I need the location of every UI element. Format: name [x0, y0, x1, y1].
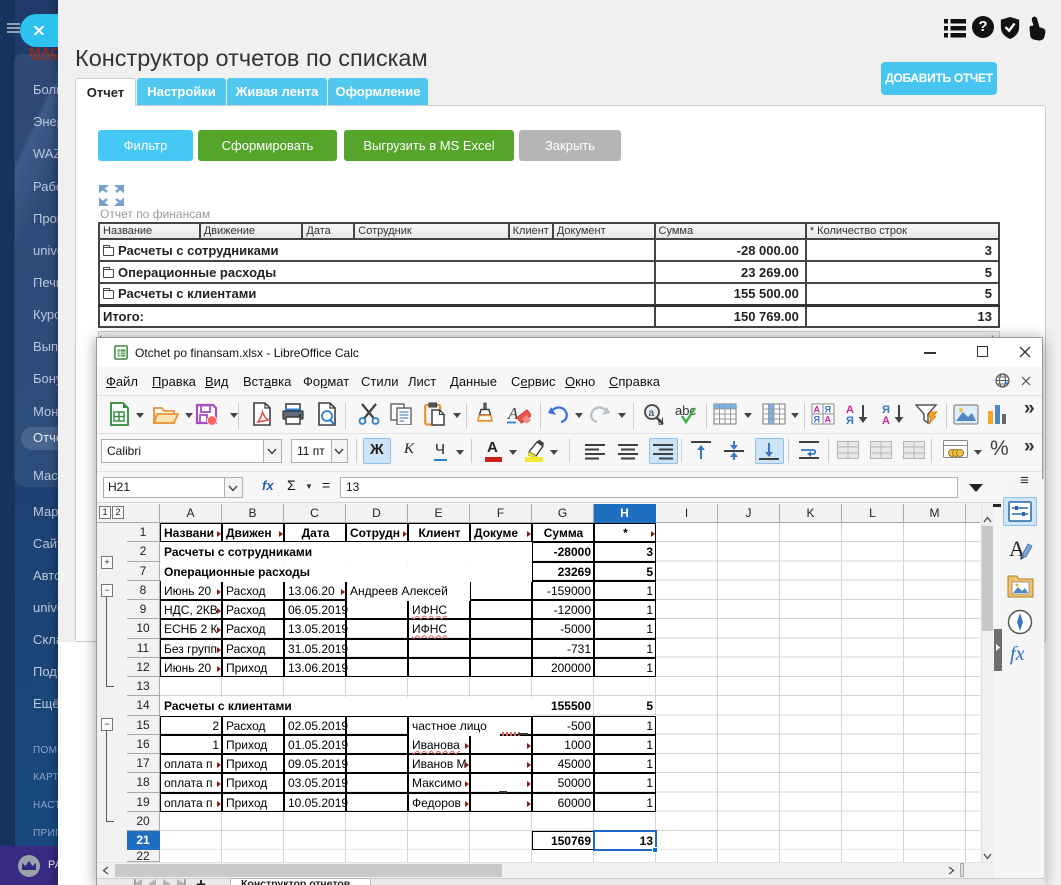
svg-text:d: d: [658, 417, 664, 425]
svg-text:Я: Я: [846, 415, 854, 425]
svg-text:Я: Я: [825, 405, 831, 415]
svg-text:А: А: [814, 405, 821, 415]
svg-text:А: А: [882, 415, 890, 425]
svg-text:A: A: [507, 404, 519, 423]
svg-text:Я: Я: [814, 415, 820, 425]
svg-text:a: a: [649, 408, 655, 419]
svg-text:А: А: [825, 415, 832, 425]
